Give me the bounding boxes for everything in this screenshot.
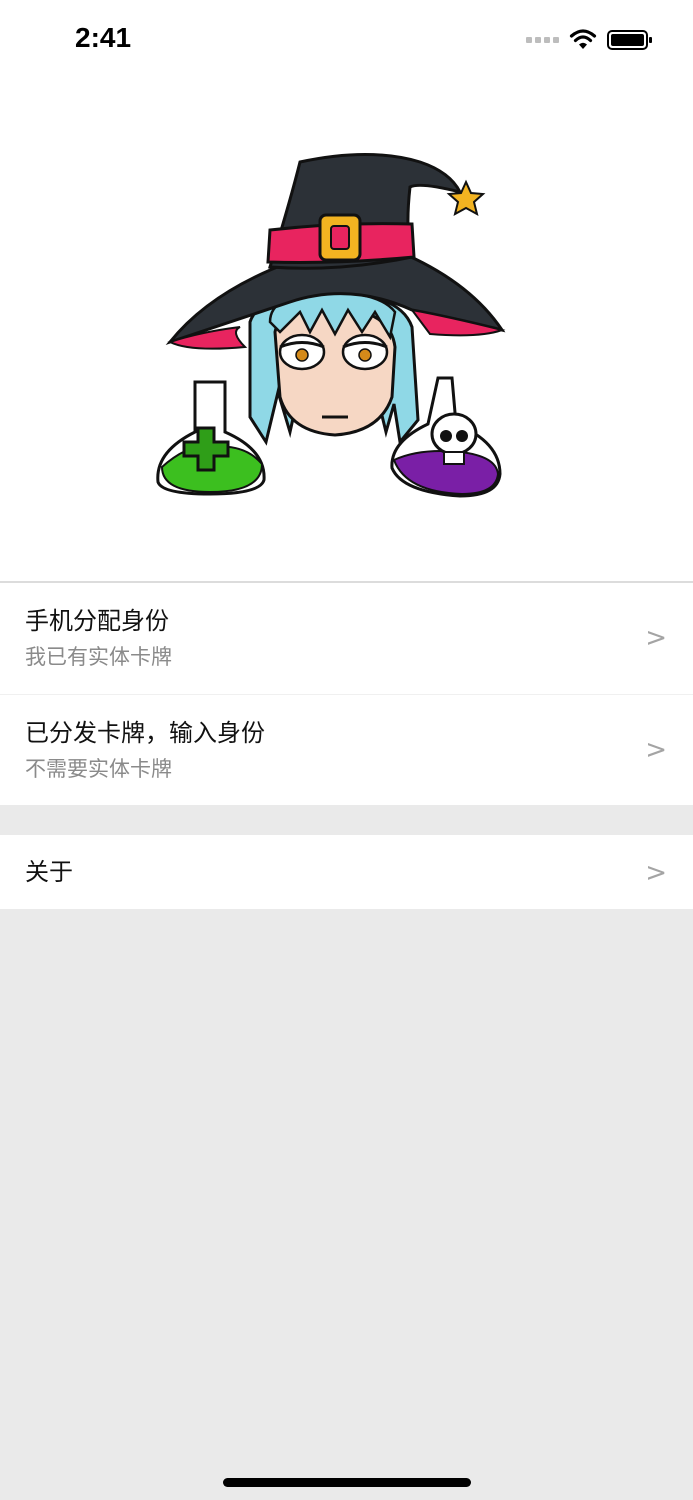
green-flask-icon	[156, 380, 266, 496]
menu-item-phone-assign[interactable]: 手机分配身份 我已有实体卡牌 >	[0, 583, 693, 694]
chevron-right-icon: >	[645, 735, 667, 765]
home-indicator[interactable]	[223, 1478, 471, 1487]
menu-item-subtitle: 我已有实体卡牌	[25, 645, 172, 669]
battery-icon	[607, 30, 652, 50]
menu-item-about[interactable]: 关于 >	[0, 835, 693, 909]
menu-item-title: 手机分配身份	[25, 607, 169, 635]
witch-illustration	[156, 153, 506, 498]
hero-banner	[0, 82, 693, 581]
menu-group-about: 关于 >	[0, 835, 693, 909]
chevron-right-icon: >	[645, 623, 667, 653]
menu-item-title: 已分发卡牌，输入身份	[25, 719, 265, 747]
status-time: 2:41	[75, 22, 132, 53]
menu-item-subtitle: 不需要实体卡牌	[25, 757, 172, 781]
menu-item-enter-identity[interactable]: 已分发卡牌，输入身份 不需要实体卡牌 >	[0, 694, 693, 805]
signal-icon	[526, 37, 559, 43]
status-bar: 2:41	[0, 0, 693, 82]
wifi-icon	[569, 29, 597, 49]
menu-item-title: 关于	[25, 858, 73, 886]
screen: 2:41 手机分配身份 我已有实体卡牌 > 已分发卡牌，输入身份 不需要实体卡牌…	[0, 0, 693, 1500]
chevron-right-icon: >	[645, 858, 667, 888]
menu-group-identity: 手机分配身份 我已有实体卡牌 > 已分发卡牌，输入身份 不需要实体卡牌 >	[0, 581, 693, 805]
status-icons	[526, 26, 653, 54]
